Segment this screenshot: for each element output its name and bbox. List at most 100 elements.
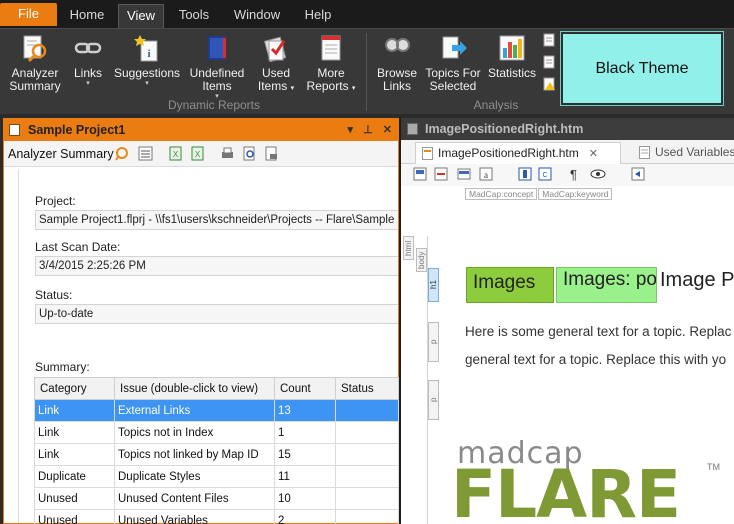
cell-count: 2 (274, 509, 336, 524)
structure-p-marker[interactable]: p (428, 322, 439, 362)
tab-image-positioned-right[interactable]: ImagePositionedRight.htm ✕ (415, 142, 621, 164)
scan-icon[interactable] (115, 146, 130, 161)
browse-links-button[interactable]: Browse Links (374, 33, 420, 93)
analyzer-summary-label-2: Summary (9, 79, 61, 93)
close-tab-icon[interactable]: ✕ (589, 148, 598, 160)
last-scan-date-label: Last Scan Date: (35, 240, 121, 254)
list-view-icon[interactable] (138, 146, 153, 161)
cell-issue: External Links (114, 399, 275, 422)
pin-icon[interactable]: ⊥ (363, 124, 373, 136)
structure-p-marker[interactable]: p (428, 380, 439, 420)
tab-tools[interactable]: Tools (168, 4, 220, 28)
used-items-button[interactable]: Used Items ▾ (253, 33, 299, 95)
more-reports-button[interactable]: More Reports ▾ (304, 33, 358, 95)
preview-eye-icon[interactable] (590, 167, 606, 181)
cell-count: 10 (274, 487, 336, 510)
structure-body-marker[interactable]: body (416, 248, 427, 272)
tab-view[interactable]: View (118, 4, 164, 28)
suggestions-label: Suggestions (113, 66, 181, 80)
svg-text:X: X (173, 150, 179, 159)
cell-status (335, 509, 399, 524)
structure-bar-divider (427, 236, 428, 524)
paragraph-line-2[interactable]: general text for a topic. Replace this w… (465, 352, 726, 367)
undefined-items-label-2: Items (202, 79, 232, 93)
report-doc-icon[interactable] (543, 33, 556, 47)
undefined-items-icon (208, 36, 226, 60)
svg-text:C: C (542, 172, 547, 179)
app-window: File Home View Tools Window Help Analyze… (0, 0, 734, 524)
show-marks-icon[interactable]: ¶ (570, 167, 577, 182)
print-preview-icon[interactable] (242, 146, 257, 161)
cell-count: 15 (274, 443, 336, 466)
pane-menu-icon[interactable]: ▾ (348, 124, 354, 136)
links-button[interactable]: Links ▾ (70, 33, 106, 88)
heading-text[interactable]: Image P (654, 267, 734, 297)
paragraph-line-1[interactable]: Here is some general text for a topic. R… (465, 324, 731, 339)
table-header-row: Category Issue (double-click to view) Co… (34, 377, 399, 400)
last-scan-date-field: 3/4/2015 2:25:26 PM (35, 256, 398, 276)
tab-window[interactable]: Window (224, 4, 290, 28)
topic-editor-pane: ImagePositionedRight.htm ImagePositioned… (401, 118, 734, 524)
analyzer-summary-button[interactable]: Analyzer Summary (6, 33, 64, 93)
svg-text:i: i (147, 48, 150, 60)
heading-image-positio[interactable]: Images: positio (556, 267, 657, 303)
tab-used-variables[interactable]: Used Variables (633, 142, 734, 164)
view-icon[interactable] (413, 167, 427, 181)
chain-link-icon (74, 42, 102, 54)
warning-doc-icon[interactable] (543, 77, 556, 91)
print-icon[interactable] (220, 146, 235, 161)
report-doc-icon[interactable] (543, 55, 556, 69)
span-bar-icon[interactable]: C (538, 167, 552, 181)
browse-links-icon (385, 38, 410, 52)
undefined-items-button[interactable]: Undefined Items ▾ (187, 33, 247, 101)
suggestions-button[interactable]: i Suggestions ▾ (112, 33, 182, 88)
topics-for-selected-button[interactable]: Topics For Selected (423, 33, 483, 93)
cell-issue: Unused Content Files (114, 487, 275, 510)
analyzer-pane-title: Sample Project1 (28, 123, 126, 137)
column-header-category[interactable]: Category (34, 377, 115, 400)
crumb-keyword[interactable]: MadCap:keyword (538, 188, 613, 200)
project-label: Project: (35, 194, 76, 208)
show-changes-icon[interactable] (434, 167, 448, 181)
table-row[interactable]: Unused Unused Content Files 10 (34, 487, 399, 510)
image-icon[interactable] (457, 167, 471, 181)
table-row[interactable]: Unused Unused Variables 2 (34, 509, 399, 524)
pane-splitter[interactable] (399, 118, 401, 524)
close-icon[interactable]: ✕ (383, 124, 392, 136)
export-excel-all-icon[interactable]: X (190, 146, 205, 161)
cell-issue: Topics not linked by Map ID (114, 443, 275, 466)
cell-category: Link (34, 421, 115, 444)
cell-status (335, 465, 399, 488)
structure-h1-marker[interactable]: h1 (428, 268, 439, 302)
tab-file[interactable]: File (0, 3, 57, 26)
cell-count: 1 (274, 421, 336, 444)
topics-for-selected-icon (442, 36, 467, 59)
chevron-down-icon: ▾ (145, 80, 149, 87)
group-label-dynamic-reports: Dynamic Reports (167, 98, 261, 112)
table-row[interactable]: Duplicate Duplicate Styles 11 (34, 465, 399, 488)
table-row[interactable]: Link Topics not linked by Map ID 15 (34, 443, 399, 466)
analyzer-toolbar-label: Analyzer Summary (8, 147, 114, 161)
tab-home[interactable]: Home (58, 4, 116, 28)
insert-link-icon[interactable] (631, 167, 645, 181)
heading-image-images[interactable]: Images (466, 267, 554, 303)
tab-help[interactable]: Help (295, 4, 341, 28)
export-excel-icon[interactable]: X (168, 146, 183, 161)
table-row[interactable]: Link External Links 13 (34, 399, 399, 422)
table-row[interactable]: Link Topics not in Index 1 (34, 421, 399, 444)
cell-category: Unused (34, 487, 115, 510)
column-header-issue[interactable]: Issue (double-click to view) (114, 377, 275, 400)
cell-status (335, 399, 399, 422)
text-format-icon[interactable]: a (479, 167, 493, 181)
page-setup-icon[interactable] (264, 146, 279, 161)
cell-category: Link (34, 399, 115, 422)
column-header-status[interactable]: Status (335, 377, 399, 400)
structure-bar-icon[interactable] (518, 167, 532, 181)
structure-html-marker[interactable]: html (403, 236, 414, 260)
statistics-button[interactable]: Statistics (486, 33, 538, 80)
crumb-concept[interactable]: MadCap:concept (465, 188, 538, 200)
tag-breadcrumbs: MadCap:concept MadCap:keyword (465, 188, 613, 200)
editor-title-bar: ImagePositionedRight.htm (401, 118, 734, 140)
status-label: Status: (35, 288, 73, 302)
column-header-count[interactable]: Count (274, 377, 336, 400)
